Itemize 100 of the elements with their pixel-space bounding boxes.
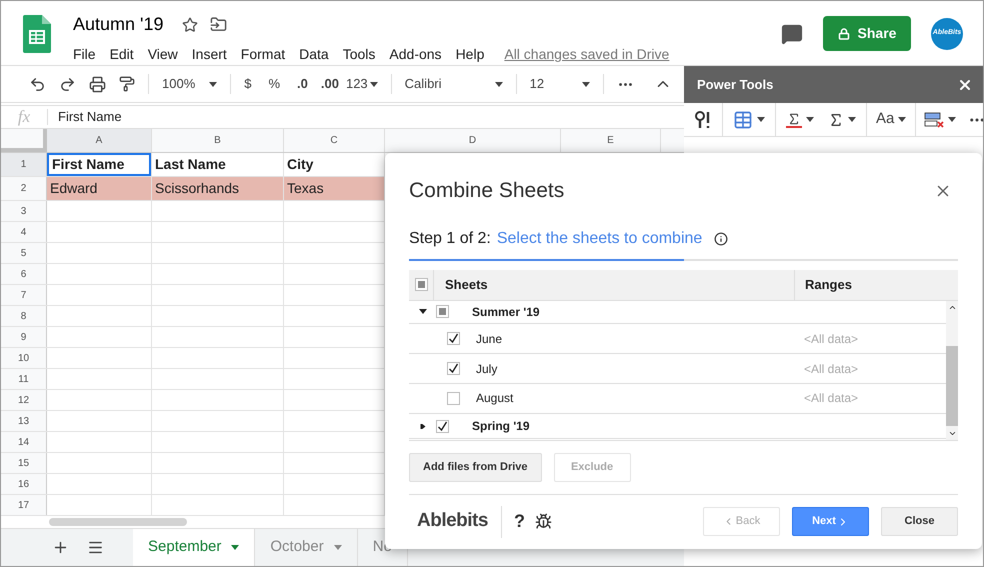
- column-header[interactable]: B: [152, 129, 284, 152]
- checkbox[interactable]: [436, 305, 449, 318]
- lock-icon: [838, 28, 850, 40]
- panel-title: Power Tools: [697, 76, 774, 94]
- redo-icon[interactable]: [59, 76, 76, 92]
- print-icon[interactable]: [89, 76, 106, 92]
- row-number[interactable]: 9: [1, 327, 47, 347]
- decrease-decimals-button[interactable]: .0: [297, 74, 308, 94]
- info-icon[interactable]: [714, 232, 728, 246]
- share-button[interactable]: Share: [823, 16, 911, 51]
- table-cell[interactable]: First Name: [47, 153, 151, 176]
- all-sheets-icon[interactable]: [87, 539, 104, 556]
- caret-icon: [898, 117, 906, 122]
- menu-item[interactable]: View: [148, 44, 178, 65]
- sum-icon[interactable]: [786, 112, 802, 128]
- menu-item[interactable]: Insert: [192, 44, 227, 65]
- font-dropdown[interactable]: Calibri: [404, 74, 503, 94]
- brand-logo: Ablebits: [417, 509, 488, 534]
- row-number[interactable]: 13: [1, 411, 47, 431]
- paint-format-icon[interactable]: [119, 76, 135, 92]
- checkbox[interactable]: [447, 332, 460, 346]
- row-number[interactable]: 8: [1, 306, 47, 326]
- column-header[interactable]: E: [561, 129, 661, 152]
- increase-decimals-button[interactable]: .00: [320, 74, 339, 94]
- range-value: <All data>: [804, 390, 860, 408]
- row-number[interactable]: 11: [1, 369, 47, 389]
- undo-icon[interactable]: [29, 76, 46, 92]
- menu-item[interactable]: Data: [299, 44, 329, 65]
- row-number[interactable]: 4: [1, 222, 47, 242]
- step-title: Select the sheets to combine: [496, 228, 702, 248]
- table-cell[interactable]: Last Name: [152, 153, 283, 176]
- column-header: Ranges: [794, 270, 958, 300]
- caret-icon: [209, 82, 218, 86]
- dialog-title: Combine Sheets: [409, 178, 564, 204]
- sheet-group-name[interactable]: Spring '19: [472, 417, 530, 436]
- table-icon[interactable]: [733, 110, 753, 130]
- caret-icon: [806, 117, 814, 122]
- sheet-name[interactable]: August: [476, 389, 514, 408]
- column-header[interactable]: A: [47, 129, 152, 152]
- menu-item[interactable]: Format: [240, 44, 286, 65]
- add-sheet-icon[interactable]: [52, 539, 69, 556]
- search-alert-icon[interactable]: [694, 110, 712, 130]
- help-link[interactable]: ?: [514, 508, 525, 535]
- caret-icon: [757, 117, 765, 122]
- checkbox[interactable]: [414, 278, 428, 291]
- scrollbar[interactable]: [946, 300, 958, 440]
- scrollbar[interactable]: [49, 518, 187, 526]
- menu-item[interactable]: File: [73, 44, 96, 65]
- table-cell[interactable]: Scissorhands: [152, 177, 283, 200]
- star-icon[interactable]: [182, 16, 198, 32]
- table-cell[interactable]: Texas: [284, 177, 384, 200]
- caret-icon: [370, 82, 378, 86]
- caret-icon: [494, 82, 503, 86]
- formula-field[interactable]: First Name: [58, 107, 122, 127]
- checkbox[interactable]: [436, 420, 449, 433]
- row-number[interactable]: 1: [1, 153, 47, 176]
- caret-icon: [231, 545, 240, 550]
- checkbox[interactable]: [447, 362, 460, 375]
- document-title[interactable]: Autumn '19: [73, 11, 164, 38]
- caret-icon: [948, 117, 956, 122]
- menu-item[interactable]: Edit: [110, 44, 134, 65]
- folder-icon[interactable]: [210, 16, 226, 33]
- row-number[interactable]: 10: [1, 348, 47, 368]
- table-cell[interactable]: Edward: [47, 177, 151, 200]
- row-number[interactable]: 15: [1, 453, 47, 473]
- font-size-dropdown[interactable]: 12: [530, 74, 590, 94]
- spreadsheet-logo[interactable]: [23, 15, 51, 53]
- currency-button[interactable]: $: [244, 74, 252, 94]
- row-number[interactable]: 17: [1, 495, 47, 515]
- sheet-group-name[interactable]: Summer '19: [472, 302, 540, 321]
- menu-item[interactable]: Tools: [342, 44, 376, 65]
- text-tool-button[interactable]: Aa: [867, 103, 916, 136]
- zoom-dropdown[interactable]: 100%: [162, 74, 218, 94]
- comments-icon[interactable]: [781, 22, 803, 44]
- delete-cells-icon[interactable]: [924, 112, 944, 128]
- step-label: Step 1 of 2:: [409, 228, 491, 248]
- row-number[interactable]: 12: [1, 390, 47, 410]
- menu-item[interactable]: Add-ons: [389, 44, 442, 65]
- row-number[interactable]: 5: [1, 243, 47, 263]
- percent-button[interactable]: %: [268, 74, 280, 94]
- row-number[interactable]: 6: [1, 264, 47, 284]
- add-files-button[interactable]: Add files from Drive: [409, 452, 542, 482]
- checkbox[interactable]: [447, 392, 460, 405]
- save-status-link[interactable]: All changes saved in Drive: [504, 44, 670, 65]
- row-number[interactable]: 14: [1, 432, 47, 452]
- row-number[interactable]: 7: [1, 285, 47, 305]
- number-format-dropdown[interactable]: 123: [346, 74, 378, 94]
- sheet-name[interactable]: June: [476, 330, 502, 348]
- row-number[interactable]: 3: [1, 201, 47, 221]
- menu-item[interactable]: Help: [456, 44, 484, 65]
- sheet-name[interactable]: July: [476, 360, 498, 378]
- row-number[interactable]: 16: [1, 474, 47, 494]
- row-number[interactable]: 2: [1, 177, 47, 200]
- column-header[interactable]: D: [385, 129, 561, 152]
- column-header: Sheets: [444, 276, 489, 294]
- column-header[interactable]: C: [284, 129, 385, 152]
- table-cell[interactable]: City: [284, 153, 384, 176]
- bug-icon[interactable]: [534, 513, 552, 530]
- close-button[interactable]: Close: [881, 507, 958, 536]
- sheet-tab[interactable]: September: [133, 529, 256, 566]
